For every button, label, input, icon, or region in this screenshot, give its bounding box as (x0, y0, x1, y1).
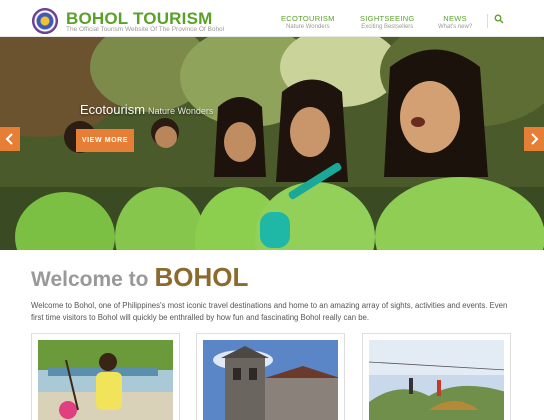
slider-next-button[interactable] (524, 127, 544, 151)
search-icon[interactable] (494, 14, 504, 24)
hero-slider: Ecotourism Nature Wonders VIEW MORE (0, 37, 544, 250)
nav-item-subtitle: What's new? (438, 24, 473, 30)
card-photo-boat-boy (38, 340, 173, 420)
card-photo-zipline-hills (369, 340, 504, 420)
view-more-button[interactable]: VIEW MORE (76, 129, 134, 152)
province-seal-logo[interactable] (32, 8, 58, 34)
hero-caption: Ecotourism Nature Wonders (80, 102, 213, 117)
feature-card-3[interactable] (362, 333, 511, 420)
chevron-right-icon (531, 133, 539, 145)
card-image (203, 340, 338, 420)
nav-item-title: ECOTOURISM (281, 14, 335, 23)
card-image (38, 340, 173, 420)
welcome-heading-bohol: BOHOL (154, 262, 249, 292)
card-image (369, 340, 504, 420)
feature-card-2[interactable] (196, 333, 345, 420)
nav-divider (487, 14, 488, 28)
welcome-heading-lead: Welcome to (31, 268, 149, 291)
welcome-heading: Welcome to BOHOL (31, 262, 248, 293)
nav-item-title: NEWS (443, 14, 467, 23)
nav-item-title: SIGHTSEEING (360, 14, 415, 23)
hero-title: Ecotourism (80, 102, 146, 117)
card-photo-church-belltower (203, 340, 338, 420)
hero-subtitle: Nature Wonders (148, 106, 214, 116)
nav-item-subtitle: Exciting Bestsellers (361, 24, 414, 30)
slider-prev-button[interactable] (0, 127, 20, 151)
chevron-left-icon (5, 133, 13, 145)
brand-subtitle: The Official Tourism Website Of The Prov… (66, 26, 225, 33)
site-header: BOHOL TOURISM The Official Tourism Websi… (0, 0, 544, 37)
nav-item-subtitle: Nature Wonders (286, 24, 330, 30)
welcome-intro-text: Welcome to Bohol, one of Philippines's m… (31, 301, 508, 322)
nav-item-sightseeing[interactable]: SIGHTSEEING Exciting Bestsellers (360, 14, 415, 30)
nav-item-news[interactable]: NEWS What's new? (438, 14, 472, 30)
feature-card-1[interactable] (31, 333, 180, 420)
nav-item-ecotourism[interactable]: ECOTOURISM Nature Wonders (281, 14, 335, 30)
